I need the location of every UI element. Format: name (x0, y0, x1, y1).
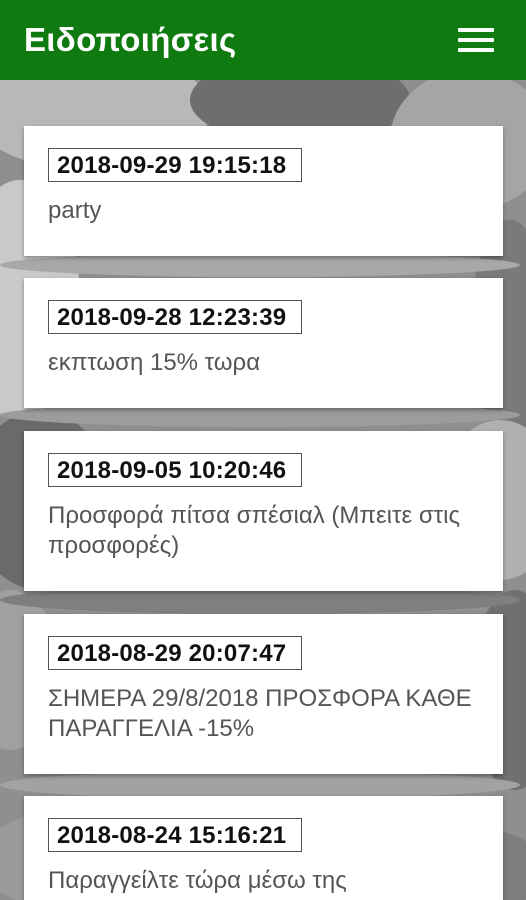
notification-card[interactable]: 2018-09-29 19:15:18 party (24, 126, 503, 256)
notification-text: Παραγγείλτε τώρα μέσω της (48, 867, 347, 894)
notification-text: Προσφορά πίτσα σπέσιαλ (Μπειτε στις προσ… (48, 502, 461, 559)
notification-text: party (48, 197, 102, 224)
notification-card[interactable]: 2018-08-29 20:07:47 ΣΗΜΕΡΑ 29/8/2018 ΠΡΟ… (24, 614, 503, 774)
notification-text: εκπτωση 15% τωρα (48, 349, 261, 376)
menu-line (458, 28, 494, 32)
menu-line (458, 38, 494, 42)
page-title: Ειδοποιήσεις (24, 21, 237, 58)
notifications-list[interactable]: 2018-09-29 19:15:18 party 2018-09-28 12:… (0, 80, 526, 900)
menu-line (458, 48, 494, 52)
notification-text: ΣΗΜΕΡΑ 29/8/2018 ΠΡΟΣΦΟΡΑ ΚΑΘΕ ΠΑΡΑΓΓΕΛΙ… (48, 685, 472, 742)
app-bar: Ειδοποιήσεις (0, 0, 526, 80)
notification-date: 2018-09-05 10:20:46 (48, 453, 302, 487)
notification-date: 2018-08-24 15:16:21 (48, 818, 302, 852)
hamburger-menu-icon[interactable] (458, 22, 494, 58)
notification-date: 2018-09-28 12:23:39 (48, 300, 302, 334)
notification-date: 2018-09-29 19:15:18 (48, 148, 302, 182)
notification-date: 2018-08-29 20:07:47 (48, 636, 302, 670)
notification-card[interactable]: 2018-09-28 12:23:39 εκπτωση 15% τωρα (24, 278, 503, 408)
notification-card[interactable]: 2018-08-24 15:16:21 Παραγγείλτε τώρα μέσ… (24, 796, 503, 900)
notification-card[interactable]: 2018-09-05 10:20:46 Προσφορά πίτσα σπέσι… (24, 431, 503, 591)
